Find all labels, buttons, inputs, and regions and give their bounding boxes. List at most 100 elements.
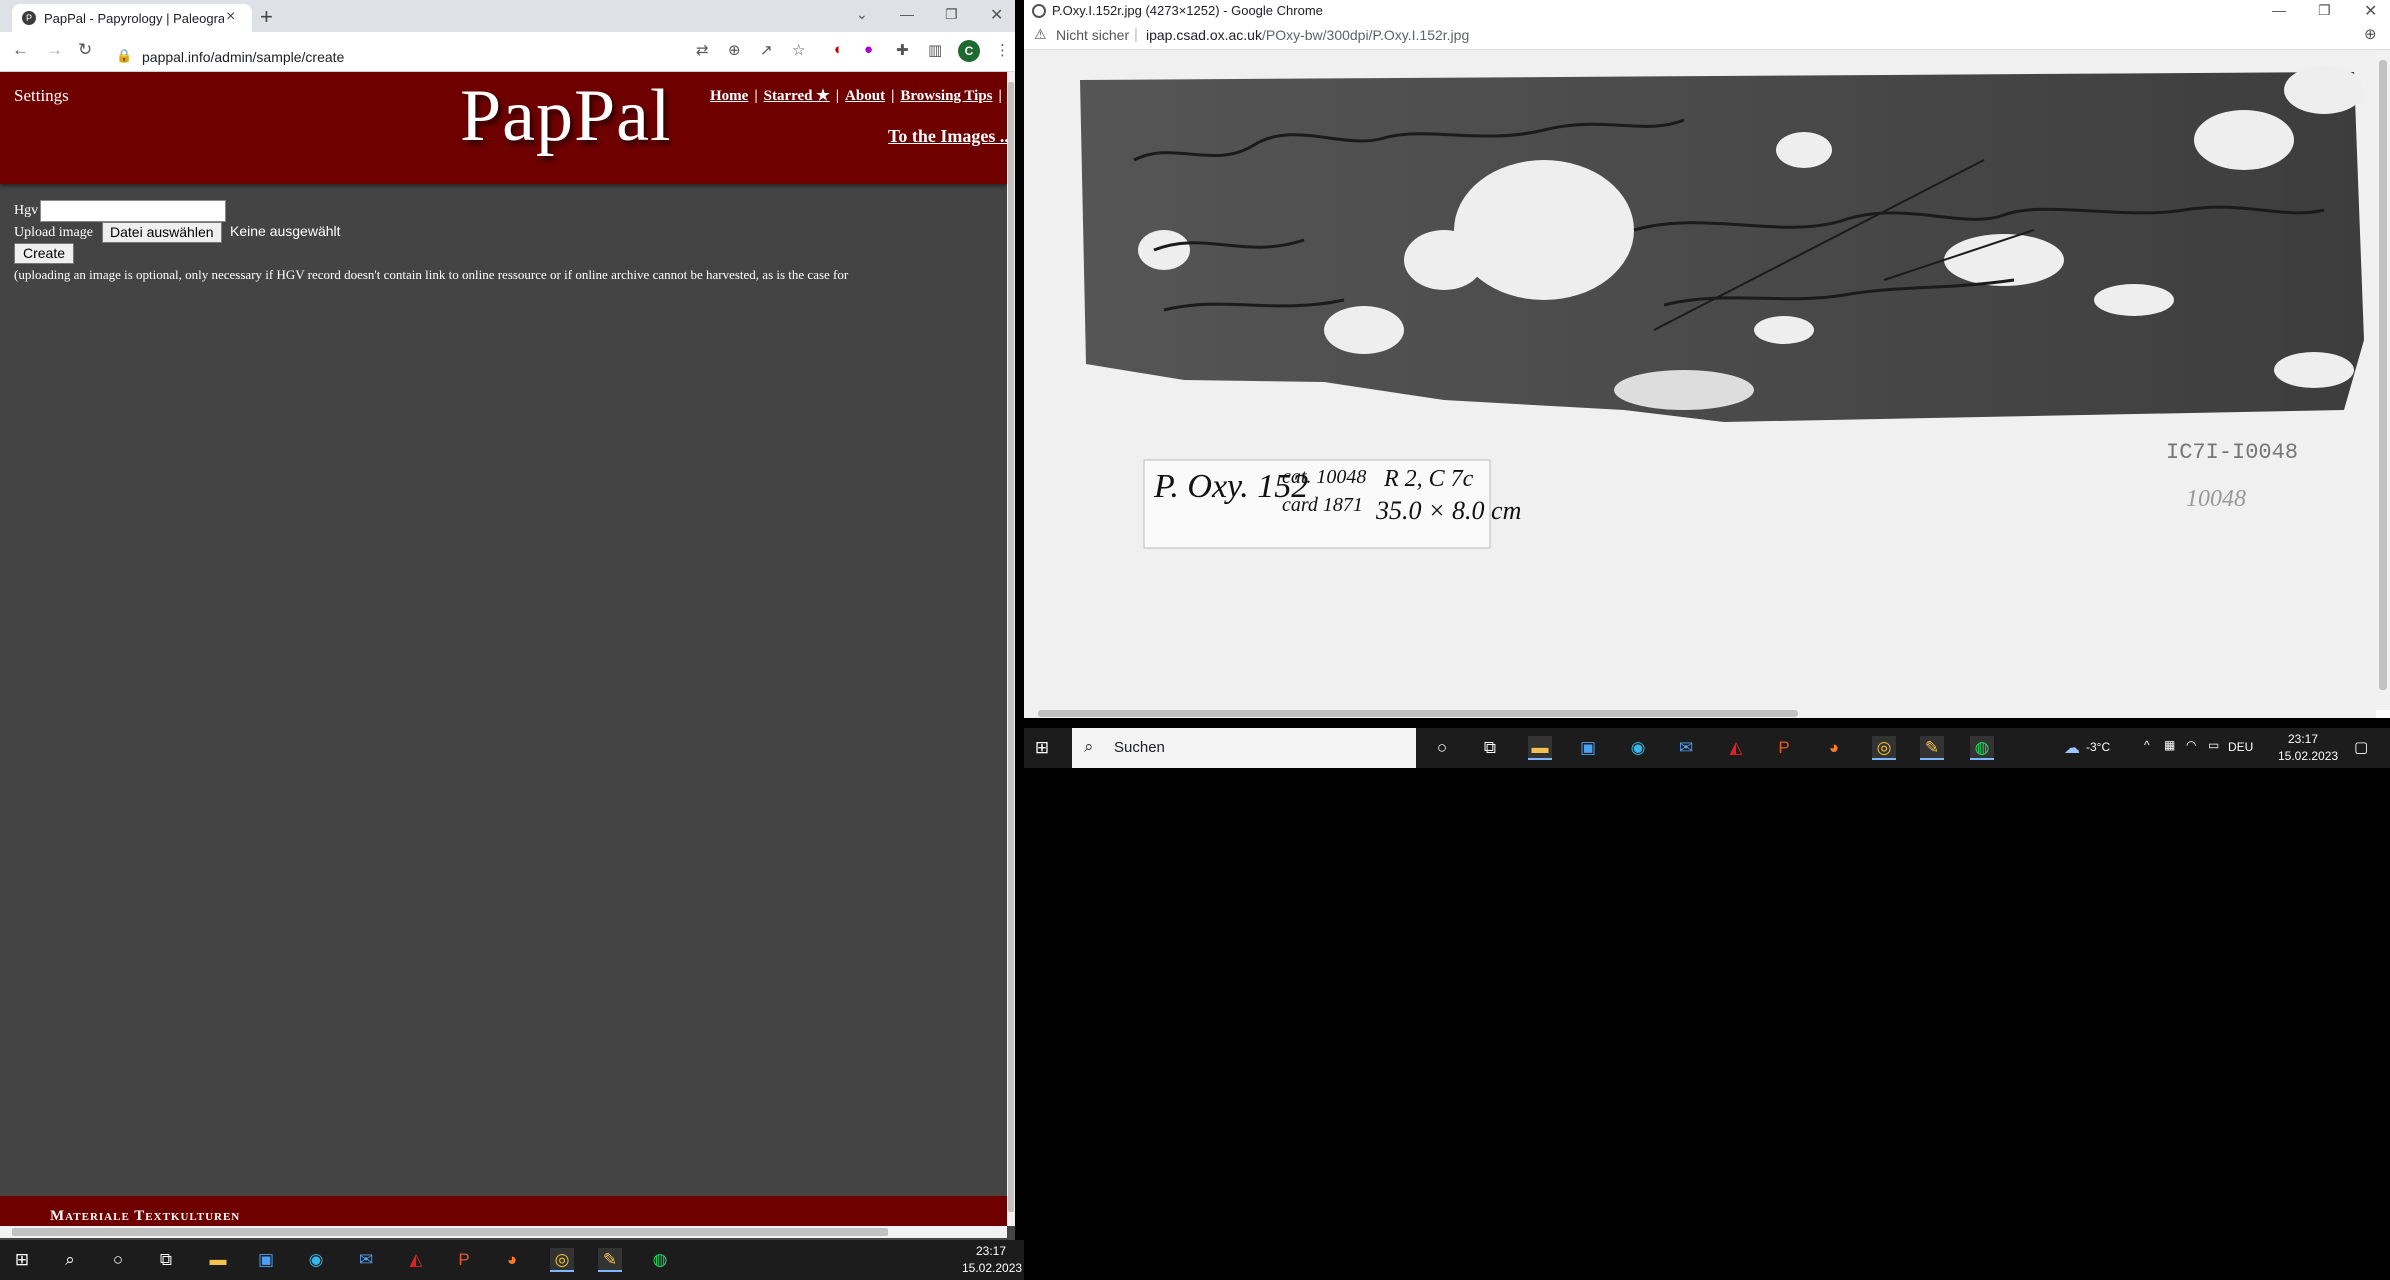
search-icon[interactable]: ⌕ bbox=[58, 1248, 82, 1272]
new-tab-button[interactable]: + bbox=[260, 4, 273, 30]
language-indicator[interactable]: DEU bbox=[2228, 740, 2253, 754]
mail-icon[interactable]: ✉ bbox=[1674, 736, 1698, 760]
windows-start-icon[interactable]: ⊞ bbox=[10, 1248, 34, 1272]
battery-icon[interactable]: ▭ bbox=[2208, 738, 2219, 752]
left-browser-window: P PapPal - Papyrology | Paleography × + … bbox=[0, 0, 1015, 1245]
tab-close-icon[interactable]: × bbox=[226, 8, 235, 26]
image-viewer[interactable]: P. Oxy. 152 cat. 10048 card 1871 R 2, C … bbox=[1024, 50, 2376, 710]
search-icon: ⌕ bbox=[1084, 737, 1094, 756]
side-panel-icon[interactable]: ▥ bbox=[928, 41, 942, 59]
chrome-icon[interactable]: ◎ bbox=[550, 1248, 574, 1272]
top-navigation: Home | Starred ★ | About | Browsing Tips | bbox=[710, 86, 1008, 105]
bookmark-star-icon[interactable]: ☆ bbox=[792, 41, 805, 59]
nav-browsing-tips[interactable]: Browsing Tips bbox=[900, 88, 992, 104]
network-icon[interactable]: ▦ bbox=[2164, 738, 2175, 752]
hgv-input[interactable] bbox=[40, 200, 226, 222]
firefox-icon[interactable]: ◕ bbox=[1822, 736, 1846, 760]
weather-cloud-icon[interactable]: ☁ bbox=[2064, 738, 2080, 758]
extension-purple-icon[interactable]: ● bbox=[864, 41, 873, 58]
extensions-puzzle-icon[interactable]: ✚ bbox=[896, 41, 909, 59]
horizontal-scroll-thumb[interactable] bbox=[12, 1228, 888, 1236]
minimize-icon[interactable]: — bbox=[2272, 2, 2286, 18]
url-host: ipap.csad.ox.ac.uk bbox=[1146, 27, 1262, 43]
create-button[interactable]: Create bbox=[14, 243, 75, 264]
cortana-icon[interactable]: ○ bbox=[106, 1248, 130, 1272]
papyrus-image bbox=[1024, 50, 2376, 710]
spotify-icon[interactable]: ◍ bbox=[1970, 736, 1994, 760]
notes-icon[interactable]: ✎ bbox=[1920, 736, 1944, 760]
close-window-icon[interactable]: ✕ bbox=[990, 5, 1003, 25]
close-window-icon[interactable]: ✕ bbox=[2364, 1, 2377, 21]
profile-avatar[interactable]: C bbox=[958, 40, 980, 62]
tab-search-chevron-icon[interactable]: ⌄ bbox=[856, 6, 868, 23]
tray-time[interactable]: 23:17 bbox=[2288, 732, 2318, 746]
task-view-icon[interactable]: ⧉ bbox=[1478, 736, 1502, 760]
upload-note: (uploading an image is optional, only ne… bbox=[14, 267, 849, 282]
nav-about[interactable]: About bbox=[845, 88, 885, 104]
tab-pappal[interactable]: P PapPal - Papyrology | Paleography × bbox=[12, 4, 252, 32]
notification-icon[interactable]: ▢ bbox=[2354, 738, 2368, 756]
wifi-icon[interactable]: ◠ bbox=[2186, 738, 2196, 752]
forward-icon[interactable]: → bbox=[46, 40, 63, 60]
zoom-icon[interactable]: ⊕ bbox=[728, 41, 741, 59]
powerpoint-icon[interactable]: P bbox=[452, 1248, 476, 1272]
windows-start-icon[interactable]: ⊞ bbox=[1030, 736, 1054, 760]
footer-text: Materiale Textkulturen bbox=[50, 1208, 241, 1224]
tab-bar: P PapPal - Papyrology | Paleography × + … bbox=[0, 0, 1015, 32]
tray-date[interactable]: 15.02.2023 bbox=[962, 1261, 1022, 1275]
taskbar-search[interactable]: ⌕ Suchen bbox=[1072, 728, 1416, 768]
firefox-icon[interactable]: ◕ bbox=[500, 1248, 524, 1272]
tray-time[interactable]: 23:17 bbox=[976, 1244, 1006, 1258]
address-bar-row: ⚠ Nicht sicher | ipap.csad.ox.ac.uk/POxy… bbox=[1024, 22, 2390, 50]
notes-icon[interactable]: ✎ bbox=[598, 1248, 622, 1272]
globe-icon bbox=[1032, 4, 1046, 18]
omnibox[interactable]: 🔒 pappal.info/admin/sample/create bbox=[112, 38, 712, 66]
tray-chevron-icon[interactable]: ^ bbox=[2144, 738, 2150, 752]
cortana-icon[interactable]: ○ bbox=[1430, 736, 1454, 760]
search-placeholder: Suchen bbox=[1114, 739, 1165, 756]
url-text: pappal.info/admin/sample/create bbox=[142, 49, 345, 65]
divider: | bbox=[1134, 26, 1138, 43]
back-icon[interactable]: ← bbox=[12, 40, 29, 60]
file-explorer-icon[interactable]: ▬ bbox=[206, 1248, 230, 1272]
store-icon[interactable]: ▣ bbox=[1576, 736, 1600, 760]
reload-icon[interactable]: ↻ bbox=[78, 40, 92, 60]
minimize-icon[interactable]: — bbox=[900, 6, 914, 22]
tray-date[interactable]: 15.02.2023 bbox=[2278, 749, 2338, 763]
horizontal-scroll-thumb[interactable] bbox=[1038, 710, 1798, 717]
acrobat-icon[interactable]: ◭ bbox=[404, 1248, 428, 1272]
acrobat-icon[interactable]: ◭ bbox=[1724, 736, 1748, 760]
chrome-menu-icon[interactable]: ⋮ bbox=[995, 41, 1010, 59]
share-icon[interactable]: ↗ bbox=[760, 41, 773, 59]
zoom-icon[interactable]: ⊕ bbox=[2364, 25, 2377, 43]
restore-icon[interactable]: ❐ bbox=[945, 6, 958, 23]
store-icon[interactable]: ▣ bbox=[254, 1248, 278, 1272]
restore-icon[interactable]: ❐ bbox=[2318, 2, 2331, 19]
inventory-tag: IC7I-I0048 bbox=[2166, 440, 2299, 465]
right-browser-window: P.Oxy.I.152r.jpg (4273×1252) - Google Ch… bbox=[1024, 0, 2390, 718]
spotify-icon[interactable]: ◍ bbox=[648, 1248, 672, 1272]
choose-file-button[interactable]: Datei auswählen bbox=[102, 222, 222, 243]
edge-icon[interactable]: ◉ bbox=[304, 1248, 328, 1272]
card-dimensions: 35.0 × 8.0 cm bbox=[1376, 496, 1522, 525]
chrome-icon[interactable]: ◎ bbox=[1872, 736, 1896, 760]
settings-link[interactable]: Settings bbox=[14, 86, 69, 106]
nav-starred[interactable]: Starred ★ bbox=[764, 88, 830, 104]
mail-icon[interactable]: ✉ bbox=[354, 1248, 378, 1272]
url-text[interactable]: ipap.csad.ox.ac.uk/POxy-bw/300dpi/P.Oxy.… bbox=[1146, 27, 1469, 43]
translate-icon[interactable]: ⇄ bbox=[696, 41, 709, 59]
to-the-images-link[interactable]: To the Images ... bbox=[888, 126, 1013, 147]
extension-red-icon[interactable]: ◐ bbox=[834, 41, 843, 58]
file-explorer-icon[interactable]: ▬ bbox=[1528, 736, 1552, 760]
not-secure-label[interactable]: Nicht sicher bbox=[1056, 27, 1129, 43]
vertical-scroll-thumb[interactable] bbox=[2379, 60, 2387, 690]
edge-icon[interactable]: ◉ bbox=[1626, 736, 1650, 760]
nav-home[interactable]: Home bbox=[710, 88, 748, 104]
powerpoint-icon[interactable]: P bbox=[1772, 736, 1796, 760]
pappal-logo[interactable]: PapPal bbox=[460, 74, 672, 159]
nav-separator: | bbox=[754, 88, 758, 104]
weather-temp[interactable]: -3°C bbox=[2086, 740, 2110, 754]
task-view-icon[interactable]: ⧉ bbox=[154, 1248, 178, 1272]
vertical-scroll-thumb[interactable] bbox=[1008, 82, 1014, 1212]
warning-icon[interactable]: ⚠ bbox=[1034, 26, 1047, 43]
